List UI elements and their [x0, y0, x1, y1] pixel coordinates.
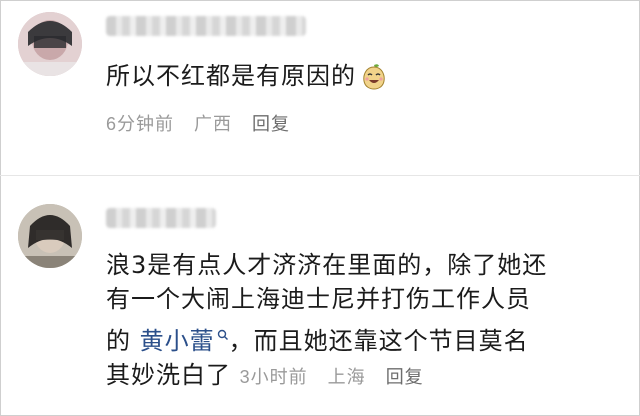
comment-time: 3小时前 [239, 367, 308, 387]
comment-item: 所以不红都是有原因的 6分钟前 广西 回复 [0, 0, 640, 176]
search-icon[interactable] [217, 316, 229, 350]
avatar[interactable] [18, 12, 82, 76]
comment-location: 上海 [327, 367, 366, 387]
comment-body: 所以不红都是有原因的 [106, 62, 356, 90]
comment-line: 的 [106, 327, 140, 355]
comment-text: 浪3是有点人才济济在里面的，除了她还 有一个大闹上海迪士尼并打伤工作人员 的 黄… [106, 248, 626, 394]
smiling-pear-emoji-icon [360, 62, 388, 98]
comment-line: 浪3是有点人才济济在里面的，除了她还 [106, 251, 548, 279]
mention-link[interactable]: 黄小蕾 [140, 327, 215, 355]
reply-button[interactable]: 回复 [386, 367, 424, 387]
reply-button[interactable]: 回复 [252, 114, 290, 134]
comment-line: 其妙洗白了 [106, 361, 231, 389]
blurred-username[interactable] [106, 208, 216, 228]
comment-meta: 6分钟前 广西 回复 [106, 110, 290, 136]
comment-meta: 3小时前 上海 回复 [240, 367, 424, 387]
blurred-username[interactable] [106, 16, 306, 36]
comment-line: 有一个大闹上海迪士尼并打伤工作人员 [106, 285, 531, 313]
avatar[interactable] [18, 204, 82, 268]
comment-item: 浪3是有点人才济济在里面的，除了她还 有一个大闹上海迪士尼并打伤工作人员 的 黄… [0, 176, 640, 416]
comment-text: 所以不红都是有原因的 [106, 60, 388, 98]
comment-time: 6分钟前 [106, 114, 175, 134]
comment-location: 广西 [194, 114, 233, 134]
comment-line: ，而且她还靠这个节目莫名 [228, 327, 529, 355]
